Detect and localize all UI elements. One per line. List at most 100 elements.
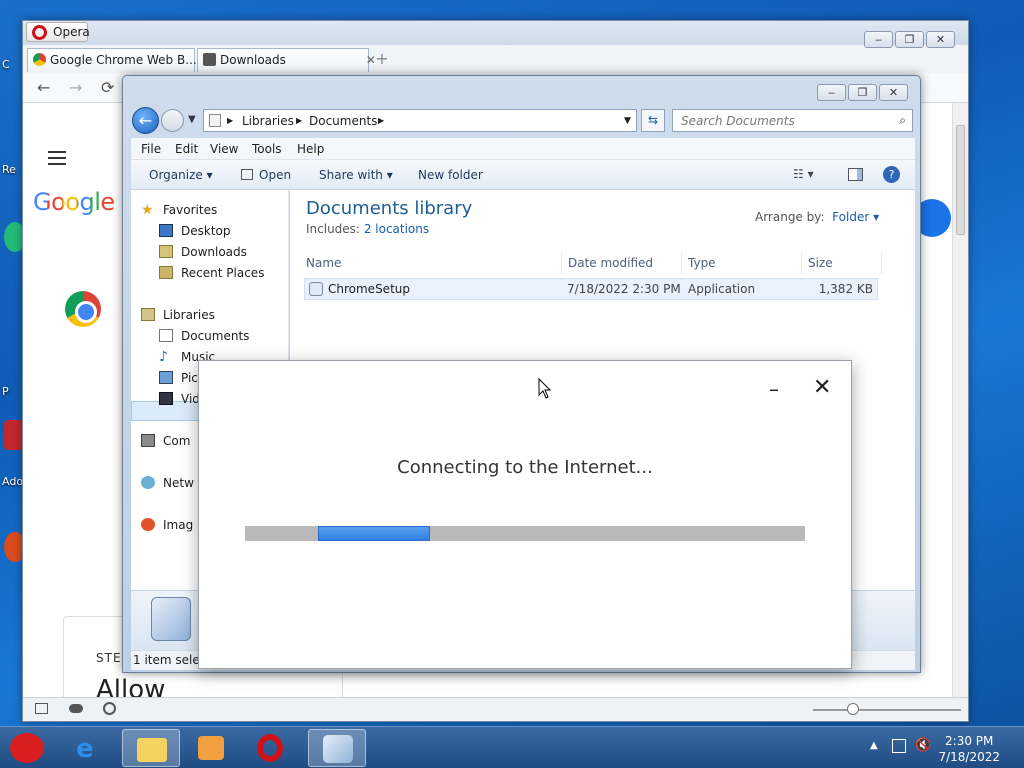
nav-documents[interactable]: Documents bbox=[149, 326, 249, 346]
locations-link[interactable]: 2 locations bbox=[364, 222, 429, 236]
menu-file[interactable]: File bbox=[141, 142, 161, 156]
setup-app-icon bbox=[323, 735, 353, 763]
nav-recent-places[interactable]: Recent Places bbox=[149, 263, 264, 283]
speed-dial-icon[interactable] bbox=[103, 702, 116, 715]
nav-network[interactable]: Netw bbox=[131, 473, 194, 493]
file-row-chromesetup[interactable]: ChromeSetup 7/18/2022 2:30 PM Applicatio… bbox=[304, 278, 878, 300]
command-bar: Organize ▾ Open Share with ▾ New folder … bbox=[131, 160, 915, 190]
arrange-label: Arrange by: bbox=[755, 210, 825, 224]
panel-toggle-icon[interactable] bbox=[35, 703, 48, 714]
tab-close-icon[interactable]: ✕ bbox=[366, 53, 376, 67]
recent-pages-chevron-icon[interactable]: ▼ bbox=[188, 114, 196, 125]
menu-tools[interactable]: Tools bbox=[252, 142, 282, 156]
nav-favorites[interactable]: ★ Favorites bbox=[131, 200, 217, 220]
arrange-folder-dropdown[interactable]: Folder ▾ bbox=[832, 210, 879, 224]
breadcrumb-separator-icon[interactable]: ▶ bbox=[378, 116, 384, 125]
taskbar-media-player[interactable] bbox=[182, 729, 240, 767]
nav-favorites-label: Favorites bbox=[163, 203, 218, 217]
network-icon bbox=[141, 476, 155, 489]
vertical-scrollbar[interactable] bbox=[952, 103, 968, 698]
help-icon[interactable]: ? bbox=[883, 166, 900, 183]
desktop-label: C bbox=[2, 58, 10, 71]
open-button[interactable]: Open bbox=[241, 168, 291, 182]
nav-libraries[interactable]: Libraries bbox=[131, 305, 215, 325]
nav-downloads[interactable]: Downloads bbox=[149, 242, 247, 262]
column-type[interactable]: Type bbox=[682, 252, 802, 274]
breadcrumb-separator-icon[interactable]: ▶ bbox=[296, 116, 302, 125]
mouse-cursor-icon bbox=[538, 378, 552, 399]
zoom-slider[interactable] bbox=[813, 709, 961, 711]
file-size: 1,382 KB bbox=[818, 282, 873, 296]
cloud-icon[interactable] bbox=[69, 704, 83, 713]
tab-chrome-web-browser[interactable]: Google Chrome Web B... ✕ bbox=[27, 48, 219, 72]
nav-pictures[interactable]: Pic bbox=[149, 368, 198, 388]
reload-icon[interactable]: ⟳ bbox=[101, 78, 114, 97]
desktop-icon bbox=[159, 224, 173, 237]
opera-menu-label: Opera bbox=[53, 25, 90, 39]
nav-desktop[interactable]: Desktop bbox=[149, 221, 231, 241]
taskbar-internet-explorer[interactable]: e bbox=[62, 729, 120, 767]
menu-view[interactable]: View bbox=[210, 142, 238, 156]
close-button[interactable]: ✕ bbox=[813, 375, 831, 400]
downloads-folder-icon bbox=[159, 245, 173, 258]
organize-button[interactable]: Organize ▾ bbox=[149, 168, 213, 182]
menu-edit[interactable]: Edit bbox=[175, 142, 198, 156]
view-options-icon[interactable]: ☷ ▾ bbox=[793, 167, 814, 181]
tray-time: 2:30 PM bbox=[945, 734, 994, 748]
library-title: Documents library bbox=[306, 198, 473, 219]
breadcrumb-documents[interactable]: Documents bbox=[309, 114, 377, 128]
google-logo: Google bbox=[33, 188, 115, 216]
tray-clock[interactable]: 2:30 PM 7/18/2022 bbox=[938, 733, 1000, 765]
angry-birds-icon bbox=[10, 733, 44, 763]
breadcrumb-separator-icon[interactable]: ▶ bbox=[227, 116, 233, 125]
close-button[interactable]: ✕ bbox=[879, 84, 908, 101]
file-type: Application bbox=[688, 282, 756, 296]
volume-muted-icon[interactable]: 🔇 bbox=[915, 738, 931, 753]
forward-arrow-icon[interactable]: → bbox=[69, 78, 82, 97]
minimize-button[interactable]: ‒ bbox=[864, 31, 893, 48]
forward-button[interactable] bbox=[161, 109, 184, 132]
star-icon: ★ bbox=[141, 202, 154, 218]
minimize-button[interactable]: – bbox=[769, 377, 779, 401]
progress-fill bbox=[317, 526, 430, 541]
close-button[interactable]: ✕ bbox=[926, 31, 955, 48]
hamburger-menu-icon[interactable] bbox=[48, 151, 66, 169]
column-size[interactable]: Size bbox=[802, 252, 882, 274]
folder-icon bbox=[209, 114, 221, 127]
show-hidden-icons-icon[interactable]: ▲ bbox=[870, 740, 878, 751]
share-with-button[interactable]: Share with ▾ bbox=[319, 168, 393, 182]
address-bar[interactable]: ▶ Libraries ▶ Documents ▶ ▼ bbox=[203, 109, 637, 132]
opera-menu-button[interactable]: Opera bbox=[26, 22, 90, 42]
videos-icon bbox=[159, 392, 173, 405]
column-name[interactable]: Name bbox=[300, 252, 562, 274]
address-dropdown-icon[interactable]: ▼ bbox=[624, 116, 631, 126]
tab-downloads[interactable]: Downloads ✕ bbox=[197, 48, 376, 72]
arrange-value: Folder bbox=[832, 210, 870, 224]
taskbar-opera[interactable] bbox=[242, 729, 300, 767]
zoom-slider-thumb[interactable] bbox=[847, 703, 859, 715]
menu-help[interactable]: Help bbox=[297, 142, 324, 156]
organize-label: Organize bbox=[149, 168, 203, 182]
taskbar-chrome-setup[interactable] bbox=[308, 729, 366, 767]
documents-icon bbox=[159, 329, 173, 342]
column-date-modified[interactable]: Date modified bbox=[562, 252, 682, 274]
nav-videos[interactable]: Vid bbox=[149, 389, 200, 409]
back-arrow-icon[interactable]: ← bbox=[37, 78, 50, 97]
desktop-label: Re bbox=[2, 163, 16, 176]
refresh-icon[interactable]: ⇆ bbox=[641, 109, 665, 132]
taskbar-file-explorer[interactable] bbox=[122, 729, 180, 767]
scrollbar-thumb[interactable] bbox=[956, 125, 965, 235]
maximize-button[interactable]: ❐ bbox=[848, 84, 877, 101]
nav-computer[interactable]: Com bbox=[131, 431, 190, 451]
back-button[interactable]: ← bbox=[132, 107, 159, 134]
nav-image[interactable]: Imag bbox=[131, 515, 193, 535]
search-input[interactable]: Search Documents ⌕ bbox=[672, 109, 913, 132]
nav-pictures-label: Pic bbox=[181, 371, 198, 385]
taskbar-angry-birds[interactable] bbox=[2, 729, 60, 767]
maximize-button[interactable]: ❐ bbox=[895, 31, 924, 48]
breadcrumb-libraries[interactable]: Libraries bbox=[242, 114, 294, 128]
preview-pane-icon[interactable] bbox=[848, 168, 863, 181]
minimize-button[interactable]: ‒ bbox=[817, 84, 846, 101]
new-folder-button[interactable]: New folder bbox=[418, 168, 483, 182]
network-tray-icon[interactable] bbox=[892, 739, 906, 753]
